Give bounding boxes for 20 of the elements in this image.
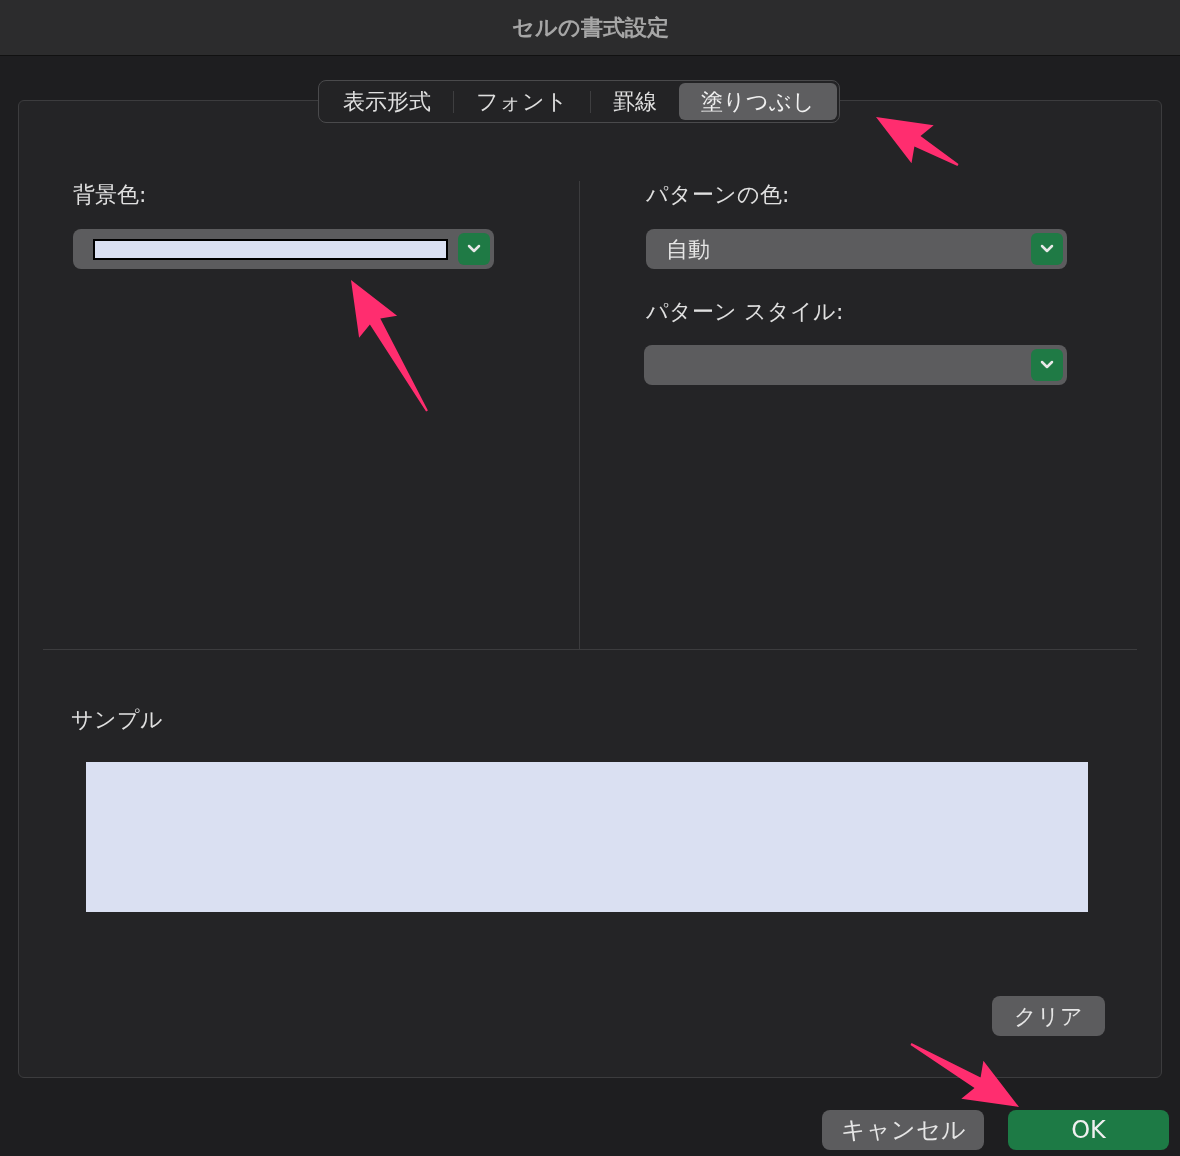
tab[interactable]: 塗りつぶし (679, 83, 837, 120)
ok-button[interactable]: OK (1008, 1110, 1169, 1150)
field-label: パターンの色: (646, 181, 791, 209)
dropdown-chevron-button[interactable] (1031, 233, 1063, 265)
color-dropdown[interactable] (73, 229, 494, 269)
dropdown-chevron-button[interactable] (458, 233, 490, 265)
tab[interactable]: 罫線 (591, 83, 679, 120)
sample-label: サンプル (71, 706, 164, 734)
tab[interactable]: フォント (454, 83, 590, 120)
chevron-down-icon (1040, 360, 1054, 370)
clear-button[interactable]: クリア (992, 996, 1105, 1036)
window-title: セルの書式設定 (511, 14, 669, 42)
dropdown-chevron-button[interactable] (1031, 349, 1063, 381)
chevron-down-icon (1040, 244, 1054, 254)
chevron-down-icon (467, 244, 481, 254)
field-label: 背景色: (73, 181, 148, 209)
field-label: パターン スタイル: (646, 298, 845, 326)
pattern-color-dropdown[interactable]: 自動 (646, 229, 1067, 269)
tab[interactable]: 表示形式 (321, 83, 453, 120)
cancel-button[interactable]: キャンセル (822, 1110, 984, 1150)
